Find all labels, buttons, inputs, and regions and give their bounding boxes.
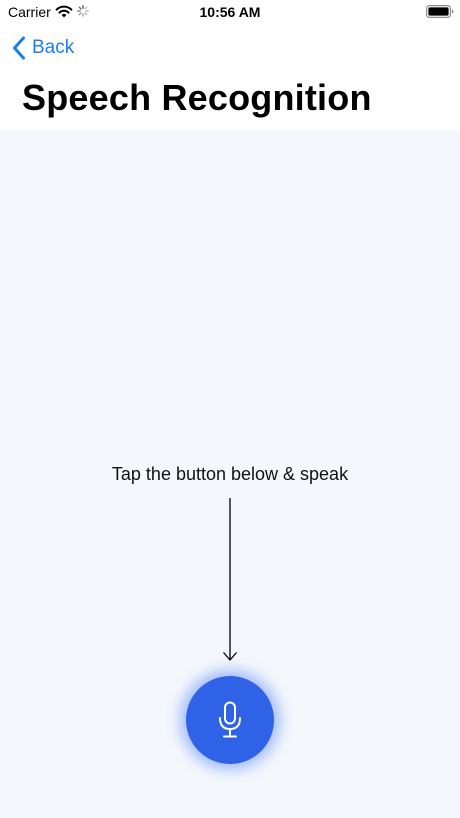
chevron-left-icon xyxy=(13,36,25,60)
battery-icon xyxy=(426,5,454,18)
status-time: 10:56 AM xyxy=(199,4,261,20)
back-button[interactable]: Back xyxy=(12,34,74,62)
instruction-text: Tap the button below & speak xyxy=(111,464,349,484)
navigation-header: Carrier 10:56 AM Back Speech Recognition xyxy=(0,0,460,130)
back-label: Back xyxy=(32,37,75,58)
microphone-button[interactable] xyxy=(186,676,274,764)
microphone-icon xyxy=(219,701,241,738)
page-title: Speech Recognition xyxy=(22,77,372,118)
status-bar: Carrier 10:56 AM xyxy=(0,0,460,24)
arrow-down-icon xyxy=(223,498,237,661)
